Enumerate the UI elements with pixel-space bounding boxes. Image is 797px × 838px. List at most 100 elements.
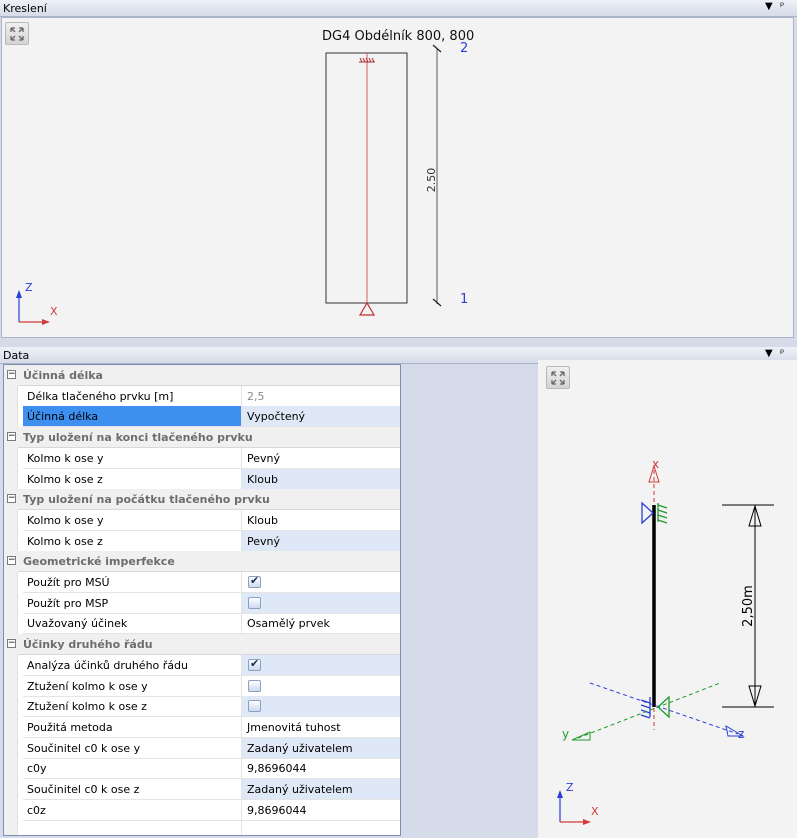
property-row[interactable]: Kolmo k ose y Pevný bbox=[4, 448, 400, 469]
property-label: Ztužení kolmo k ose z bbox=[23, 696, 241, 718]
property-label: Součinitel c0 k ose y bbox=[23, 738, 241, 759]
panel-menu-icon[interactable]: ▼ bbox=[765, 1, 773, 12]
node-label-bottom: 1 bbox=[460, 292, 468, 307]
property-row[interactable]: c0z 9,8696044 bbox=[4, 800, 400, 821]
panel-menu-icon[interactable]: ▼ bbox=[765, 348, 773, 359]
preview-axis-gizmo: Z X bbox=[557, 781, 599, 825]
property-label: Analýza účinků druhého řádu bbox=[23, 655, 241, 676]
property-checkbox[interactable] bbox=[248, 700, 261, 713]
property-label: Součinitel c0 k ose z bbox=[23, 779, 241, 800]
property-checkbox[interactable] bbox=[248, 679, 261, 692]
property-row[interactable]: Kolmo k ose z Pevný bbox=[4, 530, 400, 552]
property-row[interactable]: Použít pro MSP bbox=[4, 592, 400, 614]
property-checkbox-cell[interactable] bbox=[242, 592, 400, 614]
property-value[interactable]: Vypočtený bbox=[242, 406, 400, 428]
property-label: Použít pro MSP bbox=[23, 593, 241, 614]
property-row[interactable]: Ztužení kolmo k ose z bbox=[4, 696, 400, 718]
property-value[interactable]: Kloub bbox=[242, 510, 400, 531]
data-panel-title: Data bbox=[3, 349, 30, 362]
preview-view[interactable]: x z y 2,50m Z X bbox=[538, 360, 797, 838]
property-checkbox-cell[interactable] bbox=[242, 572, 400, 593]
property-label: Kolmo k ose y bbox=[23, 448, 241, 469]
preview-axis-y: y bbox=[562, 727, 569, 741]
property-label: Kolmo k ose z bbox=[23, 469, 241, 490]
property-row[interactable]: Součinitel c0 k ose z Zadaný uživatelem bbox=[4, 779, 400, 800]
node-label-top: 2 bbox=[460, 41, 468, 56]
property-row[interactable]: Uvažovaný účinek Osamělý prvek bbox=[4, 613, 400, 635]
property-label: Kolmo k ose z bbox=[23, 531, 241, 552]
pin-icon[interactable]: ᵖ bbox=[780, 348, 784, 359]
property-checkbox-cell[interactable] bbox=[242, 696, 400, 718]
top-support-blue-icon bbox=[641, 501, 654, 525]
axis-z-label: Z bbox=[25, 281, 33, 294]
preview-axis-x: x bbox=[652, 457, 659, 471]
group-title: Typ uložení na konci tlačeného prvku bbox=[23, 431, 253, 445]
dimension-label: 2.50 bbox=[425, 168, 438, 193]
bottom-support-blue-icon bbox=[640, 697, 651, 719]
property-value[interactable]: 9,8696044 bbox=[242, 800, 400, 821]
collapse-toggle-icon[interactable]: − bbox=[7, 370, 16, 379]
property-label: c0z bbox=[23, 800, 241, 821]
property-grid[interactable]: − Účinná délka Délka tlačeného prvku [m] 2,… bbox=[3, 364, 401, 836]
property-row[interactable]: Délka tlačeného prvku [m] 2,5 bbox=[4, 386, 400, 407]
property-label: Účinná délka bbox=[23, 406, 241, 428]
property-group[interactable]: − Typ uložení na počátku tlačeného prvku bbox=[4, 489, 400, 511]
property-group[interactable]: − Typ uložení na konci tlačeného prvku bbox=[4, 427, 400, 449]
property-row[interactable]: Ztužení kolmo k ose y bbox=[4, 676, 400, 697]
property-value[interactable]: Jmenovitá tuhost bbox=[242, 717, 400, 738]
drawing-panel-title: Kreslení bbox=[3, 2, 47, 15]
property-row[interactable]: Součinitel c0 k ose y Zadaný uživatelem bbox=[4, 737, 400, 759]
property-group[interactable]: − Účinky druhého řádu bbox=[4, 634, 400, 656]
column-outline bbox=[325, 52, 408, 304]
property-group[interactable]: − Geometrické imperfekce bbox=[4, 551, 400, 573]
property-label: Délka tlačeného prvku [m] bbox=[23, 386, 241, 407]
drawing-view[interactable]: DG4 Obdélník 800, 800 2.50 2 1 Z X bbox=[1, 17, 794, 338]
property-row[interactable]: Analýza účinků druhého řádu bbox=[4, 654, 400, 676]
preview-dimension-label: 2,50m bbox=[741, 585, 756, 627]
property-value[interactable]: Zadaný uživatelem bbox=[242, 779, 400, 800]
column-drawing: 2.50 2 1 Z X bbox=[16, 41, 468, 325]
property-row[interactable]: Kolmo k ose z Kloub bbox=[4, 468, 400, 490]
property-label: c0y bbox=[23, 758, 241, 780]
property-checkbox[interactable] bbox=[248, 596, 261, 609]
collapse-toggle-icon[interactable]: − bbox=[7, 556, 16, 566]
collapse-toggle-icon[interactable]: − bbox=[7, 639, 16, 649]
preview-axis-z: z bbox=[738, 727, 744, 741]
property-row[interactable]: c0y 9,8696044 bbox=[4, 758, 400, 780]
top-support-green-icon bbox=[657, 503, 668, 524]
property-row[interactable]: Použít pro MSÚ bbox=[4, 572, 400, 593]
property-row[interactable]: Účinná délka Vypočtený bbox=[4, 406, 400, 428]
property-label: Ztužení kolmo k ose y bbox=[23, 676, 241, 697]
property-checkbox[interactable] bbox=[248, 574, 261, 588]
drawing-panel-header: Kreslení ▼ ᵖ bbox=[0, 0, 797, 17]
axis-gizmo: Z X bbox=[16, 281, 58, 325]
property-row[interactable]: Kolmo k ose y Kloub bbox=[4, 510, 400, 531]
collapse-toggle-icon[interactable]: − bbox=[7, 494, 16, 504]
property-value[interactable]: Pevný bbox=[242, 530, 400, 552]
group-title: Typ uložení na počátku tlačeného prvku bbox=[23, 493, 270, 507]
property-label: Použít pro MSÚ bbox=[23, 572, 241, 593]
splitter[interactable] bbox=[0, 338, 797, 347]
group-title: Geometrické imperfekce bbox=[23, 555, 175, 569]
property-value[interactable]: 2,5 bbox=[242, 386, 400, 407]
pin-icon[interactable]: ᵖ bbox=[780, 1, 784, 12]
property-value[interactable]: 9,8696044 bbox=[242, 758, 400, 780]
property-checkbox-cell[interactable] bbox=[242, 676, 400, 697]
property-row[interactable]: Použitá metoda Jmenovitá tuhost bbox=[4, 717, 400, 738]
property-value[interactable]: Zadaný uživatelem bbox=[242, 737, 400, 759]
property-value[interactable]: Kloub bbox=[242, 468, 400, 490]
bottom-support-icon bbox=[358, 301, 376, 316]
group-title: Účinná délka bbox=[23, 369, 103, 382]
preview-corner-z: Z bbox=[566, 781, 574, 794]
property-label: Uvažovaný účinek bbox=[23, 613, 241, 635]
property-checkbox-cell[interactable] bbox=[242, 654, 400, 676]
property-group[interactable]: − Účinná délka bbox=[4, 365, 400, 386]
axis-x-label: X bbox=[50, 305, 58, 318]
collapse-toggle-icon[interactable]: − bbox=[7, 432, 16, 442]
y-axis-arrow-icon bbox=[571, 731, 591, 741]
group-title: Účinky druhého řádu bbox=[23, 638, 153, 652]
property-checkbox[interactable] bbox=[248, 657, 261, 671]
property-value[interactable]: Pevný bbox=[242, 448, 400, 469]
property-value[interactable]: Osamělý prvek bbox=[242, 613, 400, 635]
property-label: Použitá metoda bbox=[23, 717, 241, 738]
